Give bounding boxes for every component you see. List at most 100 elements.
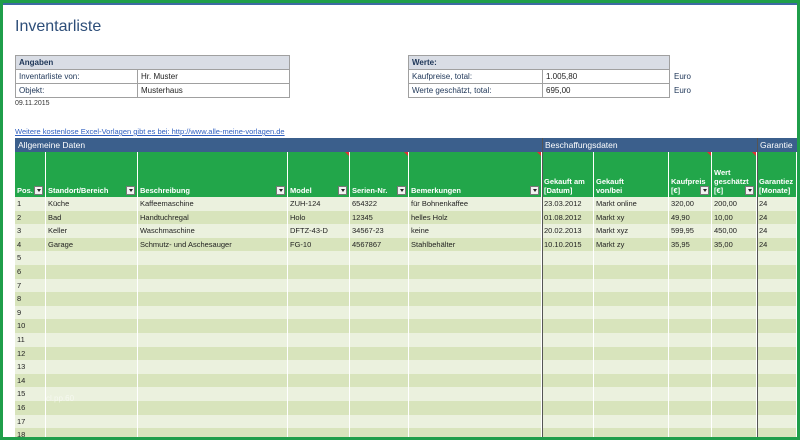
table-cell-pos[interactable]: 1 bbox=[15, 197, 46, 211]
table-cell-standort[interactable]: Bad bbox=[46, 210, 138, 225]
angaben-value-cell[interactable]: Hr. Muster bbox=[137, 69, 290, 84]
table-cell-standort[interactable] bbox=[46, 319, 138, 333]
table-cell-standort[interactable] bbox=[46, 428, 138, 437]
table-cell-bemerkungen[interactable] bbox=[409, 346, 542, 361]
table-cell-garantie[interactable] bbox=[757, 278, 797, 293]
table-cell-gekauft_am[interactable] bbox=[542, 387, 594, 401]
table-cell-garantie[interactable] bbox=[757, 373, 797, 388]
column-header-serien[interactable]: Serien-Nr. bbox=[350, 152, 409, 197]
table-cell-garantie[interactable] bbox=[757, 414, 797, 429]
table-cell-gekauft_bei[interactable]: Markt xy bbox=[594, 210, 669, 225]
table-cell-model[interactable] bbox=[288, 305, 350, 320]
table-cell-gekauft_am[interactable] bbox=[542, 251, 594, 265]
column-header-wert[interactable]: Wert geschätzt [€] bbox=[712, 152, 757, 197]
table-cell-gekauft_am[interactable] bbox=[542, 292, 594, 306]
table-cell-gekauft_am[interactable]: 20.02.2013 bbox=[542, 224, 594, 238]
table-cell-garantie[interactable]: 24 bbox=[757, 210, 797, 225]
table-cell-beschreibung[interactable] bbox=[138, 360, 288, 374]
filter-dropdown-icon[interactable] bbox=[397, 186, 406, 195]
table-cell-wert[interactable] bbox=[712, 251, 757, 265]
table-cell-kaufpreis[interactable] bbox=[669, 428, 712, 437]
table-cell-model[interactable]: DFTZ-43-D bbox=[288, 224, 350, 238]
table-cell-gekauft_am[interactable] bbox=[542, 265, 594, 279]
table-cell-wert[interactable] bbox=[712, 265, 757, 279]
table-cell-serien[interactable] bbox=[350, 292, 409, 306]
table-cell-model[interactable]: Holo bbox=[288, 210, 350, 225]
table-cell-beschreibung[interactable]: Handtuchregal bbox=[138, 210, 288, 225]
table-cell-standort[interactable] bbox=[46, 265, 138, 279]
table-cell-standort[interactable] bbox=[46, 346, 138, 361]
table-cell-gekauft_am[interactable] bbox=[542, 305, 594, 320]
table-cell-kaufpreis[interactable] bbox=[669, 305, 712, 320]
table-cell-bemerkungen[interactable] bbox=[409, 251, 542, 265]
column-header-garantie[interactable]: Garantiez [Monate] bbox=[757, 152, 797, 197]
table-cell-gekauft_am[interactable] bbox=[542, 346, 594, 361]
table-cell-gekauft_am[interactable] bbox=[542, 333, 594, 347]
table-cell-wert[interactable]: 10,00 bbox=[712, 210, 757, 225]
table-cell-standort[interactable] bbox=[46, 333, 138, 347]
table-cell-gekauft_bei[interactable] bbox=[594, 319, 669, 333]
column-header-pos[interactable]: Pos. bbox=[15, 152, 46, 197]
filter-dropdown-icon[interactable] bbox=[745, 186, 754, 195]
column-header-standort[interactable]: Standort/Bereich bbox=[46, 152, 138, 197]
table-cell-standort[interactable] bbox=[46, 360, 138, 374]
table-cell-bemerkungen[interactable] bbox=[409, 428, 542, 437]
table-cell-gekauft_bei[interactable] bbox=[594, 265, 669, 279]
table-cell-serien[interactable] bbox=[350, 265, 409, 279]
table-cell-model[interactable] bbox=[288, 278, 350, 293]
filter-dropdown-icon[interactable] bbox=[34, 186, 43, 195]
table-cell-serien[interactable] bbox=[350, 346, 409, 361]
table-cell-standort[interactable] bbox=[46, 305, 138, 320]
table-cell-bemerkungen[interactable] bbox=[409, 333, 542, 347]
table-cell-pos[interactable]: 13 bbox=[15, 360, 46, 374]
table-cell-bemerkungen[interactable]: für Bohnenkaffee bbox=[409, 197, 542, 211]
table-cell-bemerkungen[interactable] bbox=[409, 387, 542, 401]
table-cell-gekauft_am[interactable]: 01.08.2012 bbox=[542, 210, 594, 225]
table-cell-pos[interactable]: 11 bbox=[15, 333, 46, 347]
table-cell-garantie[interactable] bbox=[757, 251, 797, 265]
table-cell-kaufpreis[interactable] bbox=[669, 333, 712, 347]
table-cell-wert[interactable] bbox=[712, 360, 757, 374]
table-cell-model[interactable] bbox=[288, 373, 350, 388]
column-header-bemerkungen[interactable]: Bemerkungen bbox=[409, 152, 542, 197]
table-cell-gekauft_bei[interactable] bbox=[594, 387, 669, 401]
table-cell-wert[interactable] bbox=[712, 428, 757, 437]
table-cell-kaufpreis[interactable]: 320,00 bbox=[669, 197, 712, 211]
filter-dropdown-icon[interactable] bbox=[700, 186, 709, 195]
filter-dropdown-icon[interactable] bbox=[530, 186, 539, 195]
table-cell-bemerkungen[interactable] bbox=[409, 265, 542, 279]
table-cell-standort[interactable]: Garage bbox=[46, 237, 138, 252]
table-cell-bemerkungen[interactable]: helles Holz bbox=[409, 210, 542, 225]
table-cell-model[interactable] bbox=[288, 292, 350, 306]
table-cell-wert[interactable] bbox=[712, 414, 757, 429]
table-cell-gekauft_bei[interactable] bbox=[594, 428, 669, 437]
table-cell-pos[interactable]: 12 bbox=[15, 346, 46, 361]
table-cell-beschreibung[interactable] bbox=[138, 401, 288, 415]
table-cell-standort[interactable] bbox=[46, 251, 138, 265]
table-cell-gekauft_bei[interactable] bbox=[594, 360, 669, 374]
table-cell-pos[interactable]: 9 bbox=[15, 305, 46, 320]
table-cell-garantie[interactable] bbox=[757, 360, 797, 374]
table-cell-beschreibung[interactable]: Kaffeemaschine bbox=[138, 197, 288, 211]
table-cell-kaufpreis[interactable]: 599,95 bbox=[669, 224, 712, 238]
table-cell-garantie[interactable] bbox=[757, 305, 797, 320]
table-cell-kaufpreis[interactable] bbox=[669, 251, 712, 265]
table-cell-gekauft_bei[interactable] bbox=[594, 278, 669, 293]
table-cell-gekauft_am[interactable]: 23.03.2012 bbox=[542, 197, 594, 211]
table-cell-standort[interactable] bbox=[46, 414, 138, 429]
column-header-kaufpreis[interactable]: Kaufpreis [€] bbox=[669, 152, 712, 197]
table-cell-beschreibung[interactable] bbox=[138, 251, 288, 265]
table-cell-model[interactable] bbox=[288, 333, 350, 347]
table-cell-gekauft_bei[interactable] bbox=[594, 346, 669, 361]
table-cell-gekauft_bei[interactable] bbox=[594, 401, 669, 415]
table-cell-bemerkungen[interactable]: Stahlbehälter bbox=[409, 237, 542, 252]
table-cell-pos[interactable]: 7 bbox=[15, 278, 46, 293]
table-cell-beschreibung[interactable]: Waschmaschine bbox=[138, 224, 288, 238]
table-cell-model[interactable] bbox=[288, 346, 350, 361]
table-cell-model[interactable] bbox=[288, 414, 350, 429]
column-header-model[interactable]: Model bbox=[288, 152, 350, 197]
table-cell-kaufpreis[interactable] bbox=[669, 265, 712, 279]
table-cell-bemerkungen[interactable] bbox=[409, 373, 542, 388]
table-cell-kaufpreis[interactable] bbox=[669, 387, 712, 401]
table-cell-model[interactable] bbox=[288, 251, 350, 265]
